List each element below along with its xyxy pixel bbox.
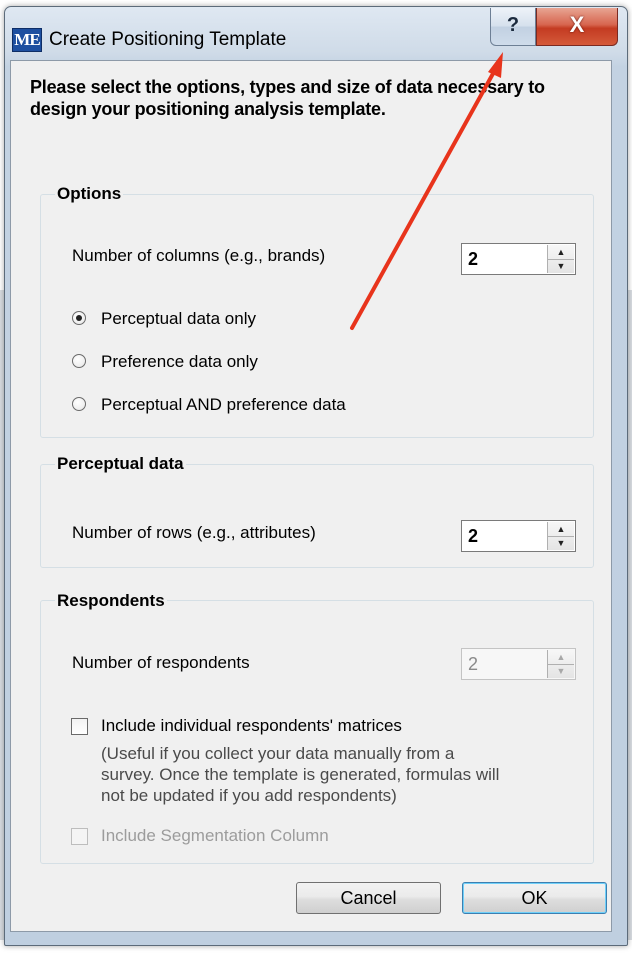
respondents-count-label: Number of respondents (72, 653, 250, 672)
spin-down-icon: ▼ (556, 666, 566, 676)
radio-perceptual-only-label[interactable]: Perceptual data only (101, 309, 256, 329)
columns-spinner-arrows[interactable]: ▲ ▼ (547, 245, 574, 273)
close-button[interactable]: X (536, 8, 618, 46)
radio-perceptual-and-preference-label[interactable]: Perceptual AND preference data (101, 395, 346, 415)
respondents-value: 2 (468, 654, 479, 674)
title-bar[interactable]: ME Create Positioning Template ? X (5, 7, 627, 63)
app-logo-icon: ME (12, 28, 42, 52)
include-matrices-checkbox[interactable] (71, 718, 88, 735)
radio-preference-only[interactable] (72, 354, 86, 368)
options-group-title: Options (55, 184, 124, 204)
radio-perceptual-and-preference[interactable] (72, 397, 86, 411)
intro-text: Please select the options, types and siz… (30, 77, 545, 119)
rows-spinner-arrows[interactable]: ▲ ▼ (547, 522, 574, 550)
columns-spinner[interactable]: 2 ▲ ▼ (461, 243, 576, 275)
spin-down-icon[interactable]: ▼ (548, 259, 574, 273)
respondents-group-title: Respondents (55, 591, 167, 611)
include-matrices-label[interactable]: Include individual respondents' matrices (101, 716, 402, 736)
segmentation-label: Include Segmentation Column (101, 826, 329, 845)
spin-up-icon[interactable]: ▲ (548, 522, 574, 537)
cancel-button[interactable]: Cancel (296, 882, 441, 914)
perceptual-data-group-title: Perceptual data (55, 454, 186, 474)
spin-up-icon[interactable]: ▲ (548, 245, 574, 260)
rows-value[interactable]: 2 (468, 526, 478, 547)
window-title: Create Positioning Template (49, 29, 287, 50)
perceptual-data-group (40, 464, 594, 568)
respondents-spinner-arrows: ▲ ▼ (547, 650, 574, 678)
radio-perceptual-only[interactable] (72, 311, 86, 325)
radio-preference-only-label[interactable]: Preference data only (101, 352, 258, 372)
columns-value[interactable]: 2 (468, 249, 478, 270)
help-button[interactable]: ? (490, 8, 536, 46)
spin-up-icon: ▲ (548, 650, 574, 665)
spin-down-icon[interactable]: ▼ (548, 536, 574, 550)
segmentation-checkbox (71, 828, 88, 845)
include-matrices-note-line1: (Useful if you collect your data manuall… (101, 744, 455, 763)
rows-spinner[interactable]: 2 ▲ ▼ (461, 520, 576, 552)
ok-button[interactable]: OK (462, 882, 607, 914)
respondents-spinner: 2 ▲ ▼ (461, 648, 576, 680)
include-matrices-note-line3: not be updated if you add respondents) (101, 786, 397, 805)
rows-label: Number of rows (e.g., attributes) (72, 523, 316, 542)
include-matrices-note-line2: survey. Once the template is generated, … (101, 765, 500, 784)
columns-label: Number of columns (e.g., brands) (72, 246, 326, 265)
